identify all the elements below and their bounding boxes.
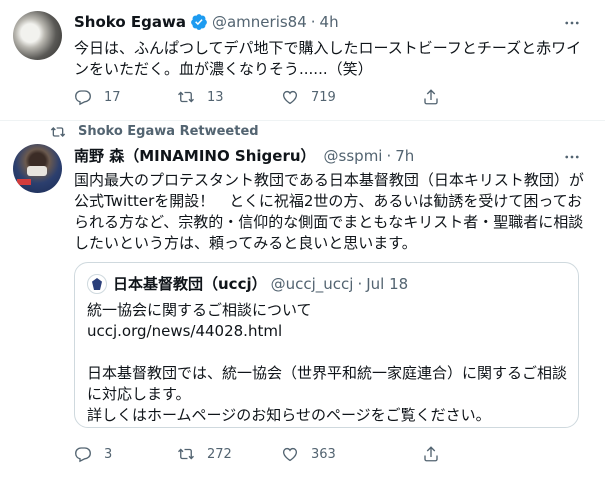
separator-dot: · (357, 275, 363, 293)
verified-badge-icon (191, 14, 207, 30)
share-icon (424, 446, 438, 462)
share-button[interactable] (422, 445, 440, 463)
quoted-author-name: 日本基督教団（uccj） (113, 275, 267, 293)
quoted-tweet[interactable]: 日本基督教団（uccj） @uccj_uccj · Jul 18 統一協会に関す… (74, 262, 579, 428)
tweet-timestamp[interactable]: 4h (320, 12, 339, 32)
tweet-actions: 3 272 363 (74, 444, 514, 464)
reply-icon (75, 90, 91, 106)
retweet-icon (178, 91, 194, 103)
reply-icon (75, 447, 91, 463)
author-name[interactable]: 南野 森（MINAMINO Shigeru） (74, 146, 316, 166)
quoted-author-handle: @uccj_uccj (270, 275, 354, 293)
author-handle[interactable]: @sspmi (324, 146, 383, 166)
author-avatar[interactable] (13, 144, 62, 193)
author-name[interactable]: Shoko Egawa (74, 12, 186, 32)
heart-icon (282, 447, 298, 462)
heart-icon (282, 90, 298, 105)
separator-dot: · (386, 147, 392, 165)
quoted-tweet-date: Jul 18 (366, 275, 409, 293)
retweet-context-label: Shoko Egawa Retweeted (78, 124, 259, 139)
share-button[interactable] (422, 88, 440, 106)
like-button[interactable]: 363 (281, 445, 422, 463)
tweet-timestamp[interactable]: 7h (395, 146, 414, 166)
like-count: 363 (311, 446, 336, 462)
retweet-button[interactable]: 13 (177, 88, 281, 106)
quoted-tweet-header: 日本基督教団（uccj） @uccj_uccj · Jul 18 (87, 274, 408, 294)
reply-count: 17 (104, 89, 121, 105)
tweet-header: 南野 森（MINAMINO Shigeru） @sspmi · 7h (74, 146, 414, 166)
more-options-icon[interactable] (563, 148, 581, 166)
quoted-tweet-text: 統一協会に関するご相談について uccj.org/news/44028.html… (87, 301, 568, 424)
like-count: 719 (311, 89, 336, 105)
retweet-context[interactable]: Shoko Egawa Retweeted (50, 124, 259, 140)
reply-count: 3 (104, 446, 113, 462)
retweet-icon (50, 127, 66, 137)
tweet-text: 国内最大のプロテスタント教団である日本基督教団（日本キリスト教団）が公式Twit… (74, 171, 584, 252)
quoted-author-avatar (87, 274, 107, 294)
tweet-header: Shoko Egawa @amneris84 · 4h (74, 12, 339, 32)
retweet-count: 272 (207, 446, 232, 462)
reply-button[interactable]: 17 (74, 88, 177, 106)
separator-dot: · (310, 13, 316, 31)
like-button[interactable]: 719 (281, 88, 422, 106)
tweet-actions: 17 13 719 (74, 87, 514, 107)
tweet-1[interactable]: Shoko Egawa @amneris84 · 4h 今日は、ふんぱつしてデパ… (0, 0, 605, 121)
author-handle[interactable]: @amneris84 (212, 12, 307, 32)
author-avatar[interactable] (13, 11, 62, 60)
share-icon (424, 89, 438, 105)
retweet-icon (178, 448, 194, 460)
reply-button[interactable]: 3 (74, 445, 177, 463)
tweet-text: 今日は、ふんぱつしてデパ地下で購入したローストビーフとチーズと赤ワインをいただく… (74, 39, 582, 78)
more-options-icon[interactable] (563, 14, 581, 32)
retweet-count: 13 (207, 89, 224, 105)
retweet-button[interactable]: 272 (177, 445, 281, 463)
